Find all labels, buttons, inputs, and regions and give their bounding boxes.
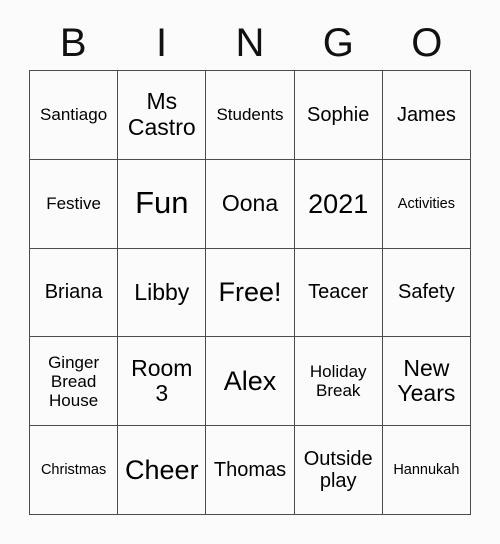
bingo-cell[interactable]: Fun <box>118 159 207 249</box>
bingo-cell[interactable]: Safety <box>382 248 471 338</box>
bingo-cell-label: Libby <box>134 278 190 305</box>
bingo-cell-label: Room 3 <box>131 354 193 407</box>
bingo-grid: Santiago Ms Castro Students Sophie James Fest… <box>29 70 471 515</box>
bingo-cell[interactable]: Festive <box>30 159 119 249</box>
header-letter-b: B <box>59 21 87 65</box>
bingo-cell[interactable]: Ginger Bread House <box>30 337 119 427</box>
bingo-cell[interactable]: Outside play <box>294 426 383 515</box>
bingo-cell[interactable]: Oona <box>206 159 295 249</box>
bingo-cell-label: Outside play <box>303 447 373 493</box>
bingo-cell-label: Ginger Bread House <box>48 352 100 410</box>
bingo-cell[interactable]: Ms Castro <box>118 71 207 160</box>
bingo-cell-label: Sophie <box>307 103 370 126</box>
bingo-cell[interactable]: Free! <box>206 248 295 338</box>
bingo-cell-label: Ms Castro <box>127 88 196 140</box>
bingo-cell-label: Santiago <box>40 105 108 125</box>
bingo-cell-label: New Years <box>397 354 456 407</box>
bingo-cell-label: Students <box>216 105 284 125</box>
bingo-cell[interactable]: Libby <box>118 248 207 338</box>
bingo-cell-label: Oona <box>221 189 279 216</box>
bingo-cell[interactable]: Cheer <box>118 426 207 515</box>
bingo-cell[interactable]: Briana <box>30 248 119 338</box>
bingo-cell[interactable]: Students <box>206 71 295 160</box>
bingo-cell-label: Briana <box>44 281 103 304</box>
bingo-cell[interactable]: Hannukah <box>382 426 471 515</box>
bingo-cell-label: Holiday Break <box>309 362 367 401</box>
bingo-cell-label: Christmas <box>40 461 107 478</box>
bingo-cell-label: Festive <box>46 194 101 214</box>
bingo-cell-label: Safety <box>398 281 455 304</box>
header-letter-o: O <box>411 21 443 65</box>
bingo-cell[interactable]: 2021 <box>294 159 383 249</box>
header-letter-g: G <box>322 21 354 65</box>
bingo-card: B I N G O Santiago Ms Castro Students Sophi… <box>0 0 500 544</box>
bingo-cell[interactable]: Activities <box>382 159 471 249</box>
bingo-cell-label: Alex <box>223 366 277 397</box>
bingo-cell[interactable]: Christmas <box>30 426 119 515</box>
bingo-cell[interactable]: Holiday Break <box>294 337 383 427</box>
header-letter-i: I <box>156 21 168 65</box>
bingo-cell-label: Teacer <box>308 281 369 304</box>
bingo-cell[interactable]: Thomas <box>206 426 295 515</box>
bingo-cell-label: 2021 <box>308 188 369 219</box>
bingo-cell-label: Hannukah <box>393 461 460 478</box>
bingo-cell[interactable]: Alex <box>206 337 295 427</box>
bingo-cell[interactable]: Room 3 <box>118 337 207 427</box>
bingo-cell[interactable]: Sophie <box>294 71 383 160</box>
header-letter-n: N <box>235 21 265 65</box>
bingo-cell-label: Thomas <box>213 458 287 481</box>
bingo-cell[interactable]: Santiago <box>30 71 119 160</box>
bingo-cell-label: Fun <box>135 185 189 221</box>
bingo-cell[interactable]: New Years <box>382 337 471 427</box>
bingo-header-row: B I N G O <box>29 18 471 68</box>
bingo-cell-label: Free! <box>218 277 282 308</box>
bingo-cell-label: Cheer <box>125 454 199 485</box>
bingo-cell[interactable]: James <box>382 71 471 160</box>
bingo-cell-label: Activities <box>397 195 455 212</box>
bingo-cell[interactable]: Teacer <box>294 248 383 338</box>
bingo-cell-label: James <box>396 103 456 126</box>
